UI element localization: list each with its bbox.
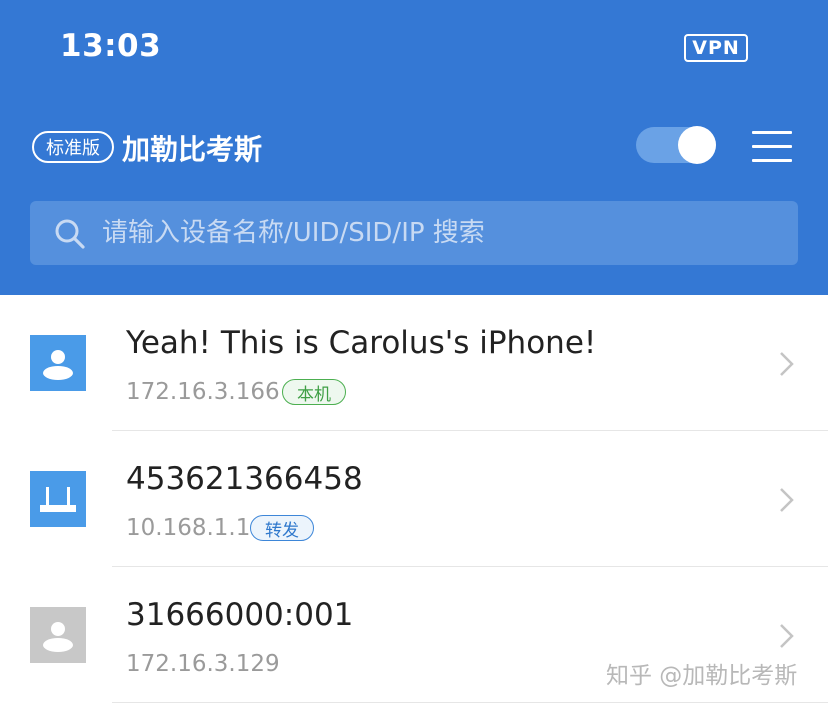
search-bar[interactable]: [30, 201, 798, 265]
device-name: Yeah! This is Carolus's iPhone!: [126, 325, 597, 361]
app-header: 13:03 VPN 标准版 加勒比考斯: [0, 0, 828, 295]
watermark: 知乎 @加勒比考斯: [606, 663, 798, 689]
chevron-right-icon: [780, 352, 794, 376]
relay-tag: 转发: [250, 515, 314, 541]
divider: [112, 702, 828, 703]
network-toggle[interactable]: [636, 126, 716, 164]
vpn-status-icon: VPN: [684, 34, 748, 62]
chevron-right-icon: [780, 488, 794, 512]
edition-badge: 标准版: [32, 131, 114, 163]
device-ip: 172.16.3.129: [126, 651, 280, 677]
network-name[interactable]: 加勒比考斯: [122, 128, 262, 168]
device-ip: 172.16.3.166: [126, 379, 280, 405]
search-icon: [55, 219, 85, 249]
person-icon: [30, 335, 86, 391]
device-row[interactable]: 453621366458 10.168.1.1 转发: [0, 431, 828, 567]
device-name: 31666000:001: [126, 597, 354, 633]
toggle-knob: [678, 126, 716, 164]
menu-icon[interactable]: [752, 130, 792, 162]
device-row[interactable]: Yeah! This is Carolus's iPhone! 172.16.3…: [0, 295, 828, 431]
device-name: 453621366458: [126, 461, 363, 497]
status-time: 13:03: [60, 28, 162, 64]
chevron-right-icon: [780, 624, 794, 648]
person-icon: [30, 607, 86, 663]
device-ip: 10.168.1.1: [126, 515, 251, 541]
local-device-tag: 本机: [282, 379, 346, 405]
search-input[interactable]: [102, 201, 782, 265]
router-icon: [30, 471, 86, 527]
